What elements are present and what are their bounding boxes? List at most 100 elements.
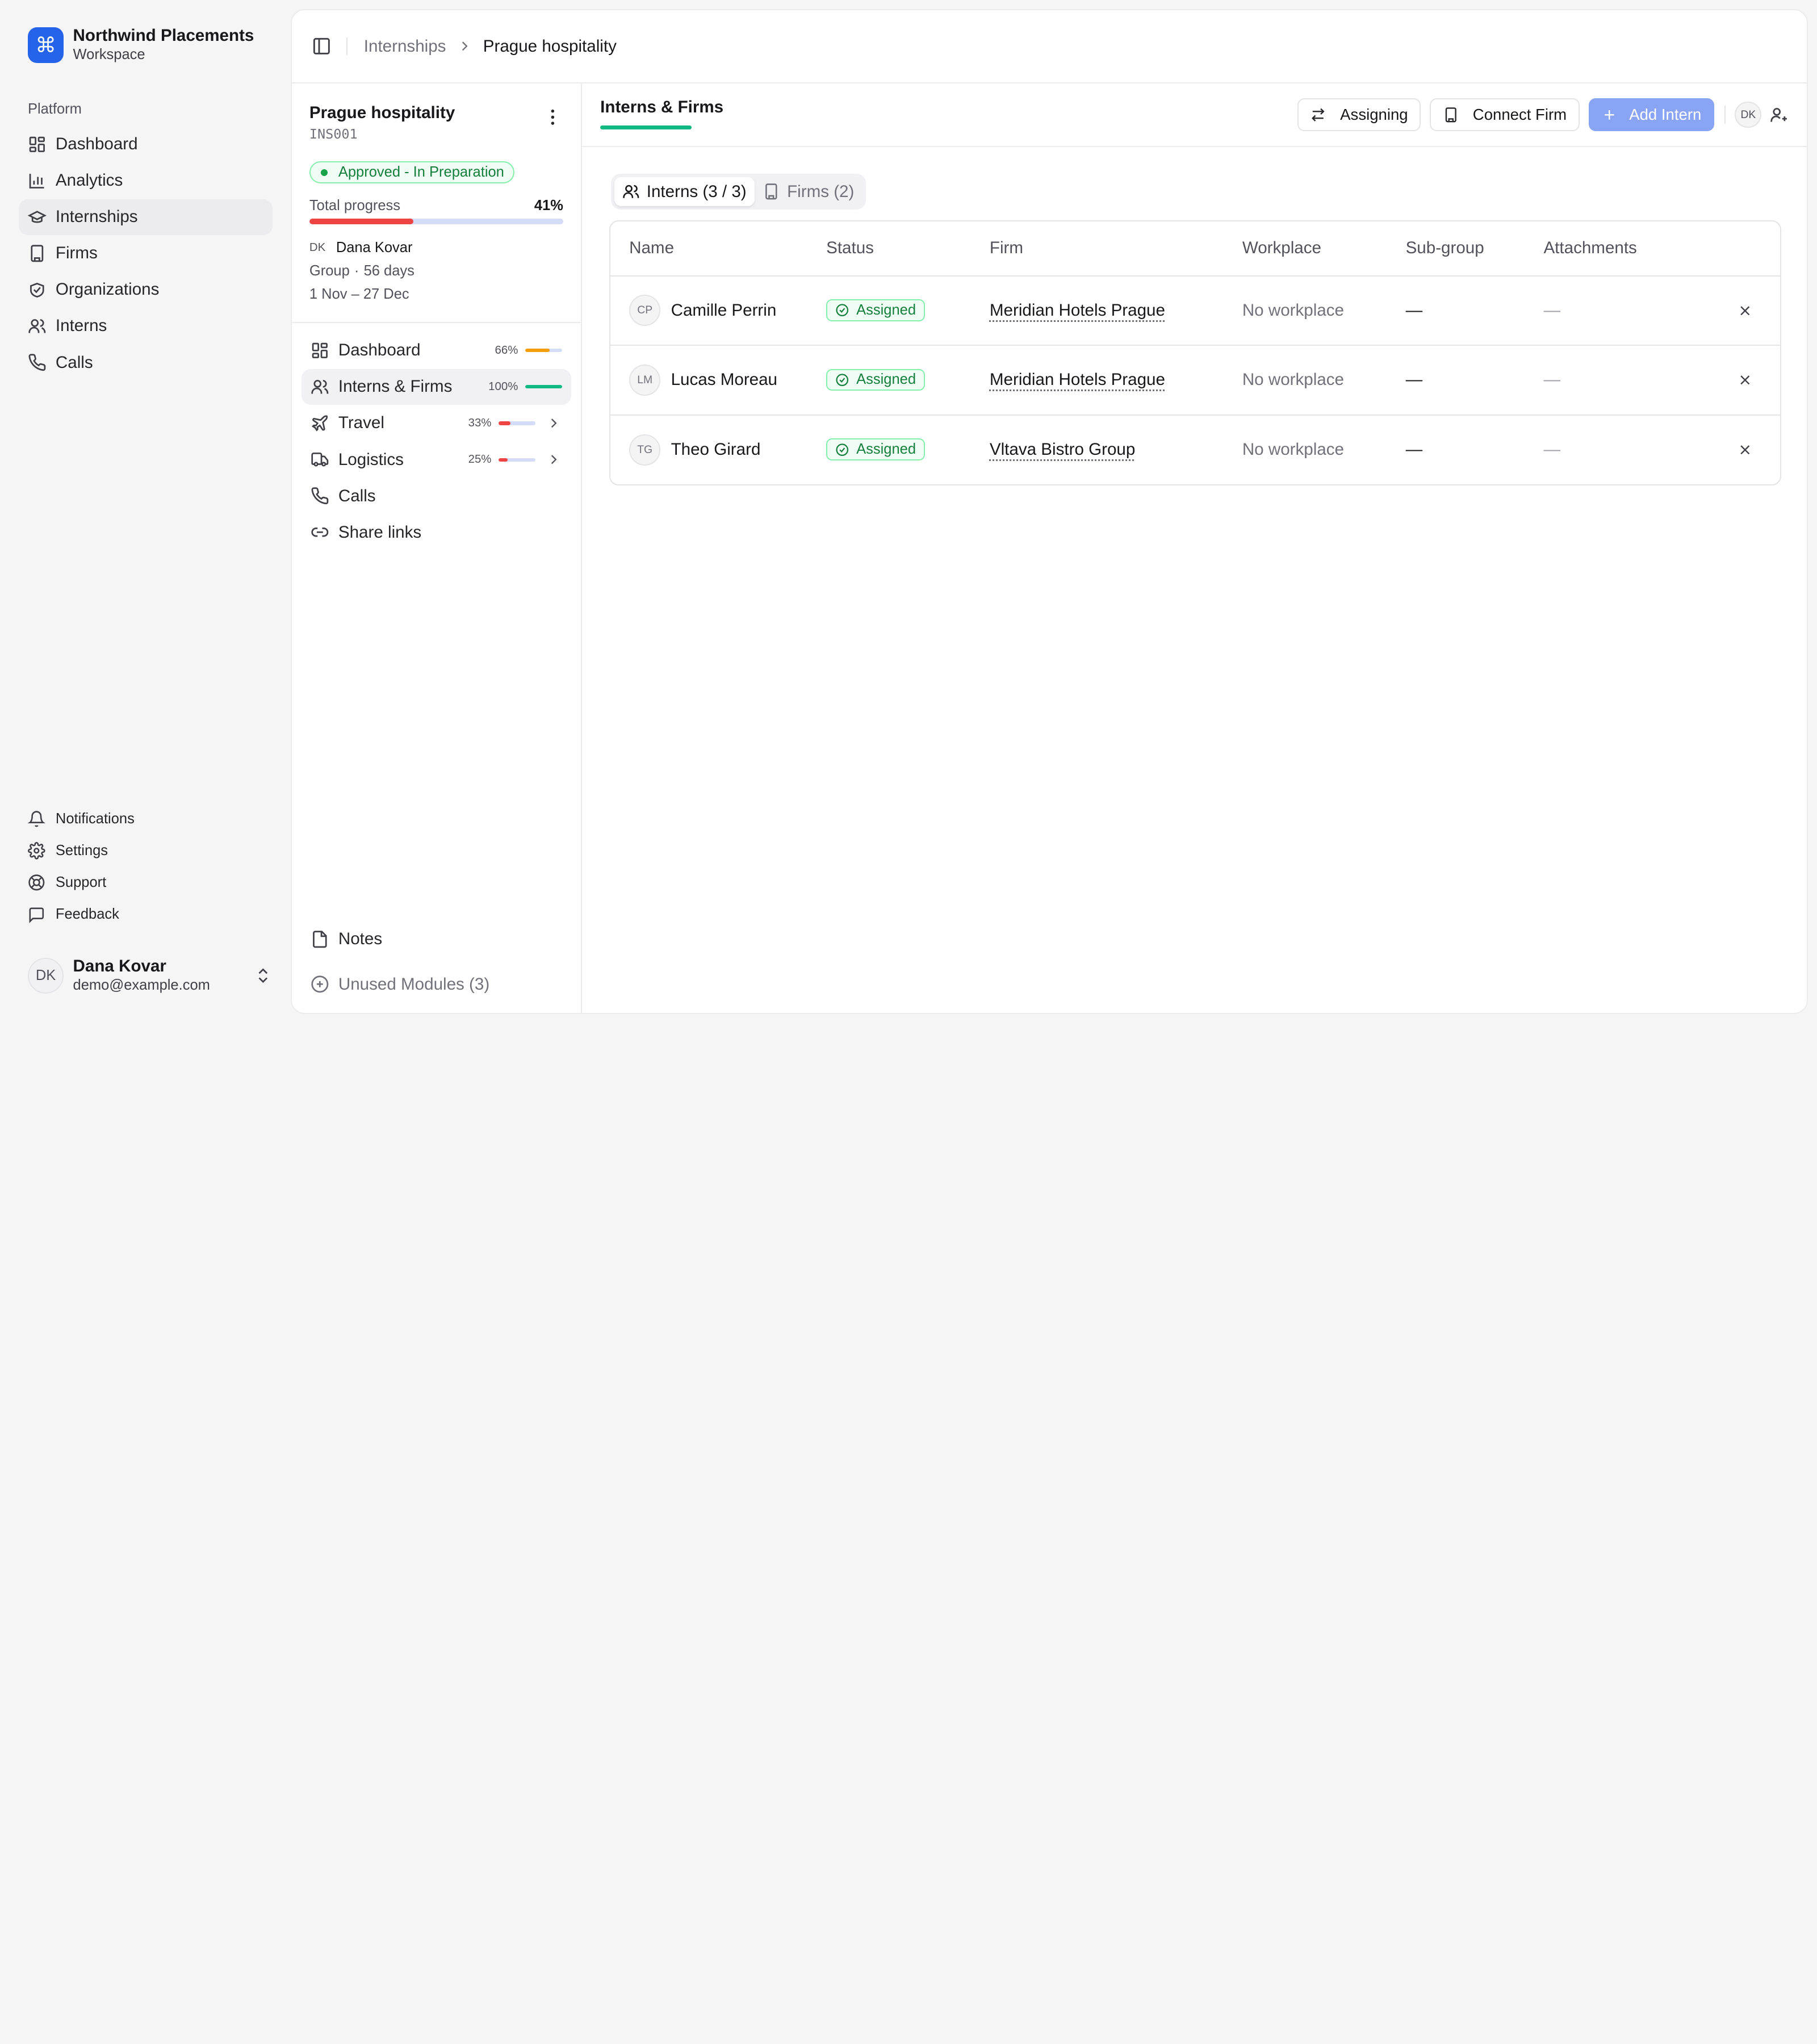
sidebar-item-label: Feedback	[55, 906, 119, 923]
sidebar-item-dashboard[interactable]: Dashboard	[19, 126, 273, 162]
firm-link[interactable]: Vltava Bistro Group	[990, 440, 1135, 459]
column-header-name[interactable]: Name	[610, 221, 827, 277]
progress-percent: 41%	[534, 197, 563, 213]
column-header-firm[interactable]: Firm	[989, 221, 1242, 277]
phone-icon	[311, 487, 329, 505]
sidebar-item-analytics[interactable]: Analytics	[19, 163, 273, 199]
sidebar-item-label: Interns	[55, 316, 107, 336]
message-square-icon	[29, 907, 44, 923]
internship-dates: 1 Nov – 27 Dec	[309, 286, 409, 302]
link-icon	[311, 527, 329, 537]
connect-firm-button[interactable]: Connect Firm	[1430, 98, 1580, 131]
app: ⌘ Northwind Placements Workspace Platfor…	[0, 0, 1817, 1022]
column-header-actions	[1710, 221, 1780, 277]
sidebar-item-notifications[interactable]: Notifications	[19, 803, 273, 835]
chevron-right-icon	[551, 455, 557, 464]
owner-name: Dana Kovar	[336, 239, 413, 256]
assigning-label: Assigning	[1340, 106, 1408, 123]
firm-link[interactable]: Meridian Hotels Prague	[990, 370, 1165, 389]
column-header-sub-group[interactable]: Sub-group	[1405, 221, 1544, 277]
status-badge: Assigned	[826, 438, 926, 461]
module-item-interns-firms[interactable]: Interns & Firms 100%	[301, 368, 572, 405]
users-icon	[623, 185, 639, 199]
tab-label: Interns (3 / 3)	[646, 182, 747, 201]
module-item-dashboard[interactable]: Dashboard 66%	[302, 333, 572, 368]
add-intern-button[interactable]: Add Intern	[1588, 98, 1714, 131]
module-progress-fill	[525, 385, 562, 389]
close-icon[interactable]	[1737, 303, 1753, 319]
module-item-notes[interactable]: Notes	[302, 922, 572, 957]
user-menu[interactable]: DK Dana Kovar demo@example.com	[27, 957, 273, 994]
module-item-calls[interactable]: Calls	[302, 478, 572, 514]
column-header-workplace[interactable]: Workplace	[1242, 221, 1406, 277]
tab-interns[interactable]: Interns (3 / 3)	[614, 177, 755, 207]
table-header-row: Name Status Firm Workplace Sub-group Att…	[610, 221, 1780, 277]
tab-label: Firms (2)	[787, 182, 855, 201]
user-plus-icon[interactable]	[1770, 106, 1789, 124]
close-icon[interactable]	[1737, 442, 1753, 458]
module-label: Share links	[338, 522, 422, 542]
sidebar-item-calls[interactable]: Calls	[19, 345, 273, 380]
sub-group-value: —	[1405, 440, 1423, 459]
attachments-value: —	[1543, 275, 1711, 346]
module-item-logistics[interactable]: Logistics 25%	[302, 442, 572, 478]
column-header-status[interactable]: Status	[826, 221, 990, 277]
owner-avatar: DK	[309, 241, 326, 254]
module-item-travel[interactable]: Travel 33%	[302, 405, 572, 441]
more-vertical-icon[interactable]	[542, 107, 563, 128]
sidebar-item-settings[interactable]: Settings	[19, 835, 273, 867]
intern-name[interactable]: Lucas Moreau	[671, 370, 777, 389]
table-row[interactable]: LM Lucas Moreau Assigned Meridian Hotels …	[610, 345, 1780, 416]
internship-duration: 56 days	[363, 262, 415, 279]
avatar: CP	[629, 295, 661, 326]
user-email: demo@example.com	[73, 977, 210, 993]
tab-firms[interactable]: Firms (2)	[755, 177, 863, 206]
workplace-value: No workplace	[1242, 275, 1406, 346]
avatar[interactable]: DK	[1735, 101, 1762, 128]
sidebar-toggle-icon[interactable]	[312, 36, 332, 56]
sidebar-item-support[interactable]: Support	[19, 867, 273, 899]
close-icon[interactable]	[1737, 372, 1753, 388]
status-dot	[321, 169, 328, 176]
breadcrumb: Internships Prague hospitality	[364, 37, 617, 56]
firm-link[interactable]: Meridian Hotels Prague	[990, 301, 1165, 320]
brand[interactable]: ⌘ Northwind Placements Workspace	[19, 0, 273, 90]
column-header-attachments[interactable]: Attachments	[1543, 221, 1711, 277]
arrows-swap-icon	[1312, 108, 1325, 122]
module-label: Calls	[338, 486, 376, 505]
table-row[interactable]: TG Theo Girard Assigned Vltava Bistro Gro…	[610, 415, 1780, 484]
internship-summary: Prague hospitality INS001 Approved - In …	[292, 83, 581, 324]
sidebar-item-organizations[interactable]: Organizations	[19, 272, 273, 308]
sidebar-item-feedback[interactable]: Feedback	[19, 899, 273, 931]
breadcrumb-parent-link[interactable]: Internships	[364, 37, 446, 56]
sidebar-item-interns[interactable]: Interns	[19, 308, 273, 344]
module-percent: 66%	[495, 344, 518, 357]
avatar: TG	[629, 434, 661, 466]
attachments-value: —	[1543, 440, 1561, 459]
module-label: Dashboard	[338, 341, 421, 360]
main-card: Internships Prague hospitality Prague ho…	[291, 9, 1808, 1014]
sidebar-item-firms[interactable]: Firms	[19, 236, 273, 271]
unused-modules-button[interactable]: Unused Modules (3)	[302, 966, 572, 1002]
intern-name[interactable]: Theo Girard	[671, 440, 761, 459]
bar-chart-icon	[29, 173, 44, 189]
module-percent: 33%	[468, 416, 492, 429]
table-row[interactable]: CP Camille Perrin Assigned Meridian Hotel…	[610, 275, 1780, 346]
module-progress-fill	[498, 458, 508, 462]
interns-table: Name Status Firm Workplace Sub-group Att…	[609, 220, 1781, 485]
sidebar-item-internships[interactable]: Internships	[18, 199, 273, 235]
file-icon	[312, 931, 327, 948]
internship-type: Group	[309, 262, 350, 279]
intern-name[interactable]: Camille Perrin	[671, 301, 777, 320]
module-progress-bar	[525, 385, 562, 389]
divider	[346, 37, 348, 55]
sidebar-item-label: Analytics	[55, 171, 123, 190]
module-progress-bar	[525, 349, 562, 353]
dashboard-icon	[29, 136, 45, 152]
status-badge: Approved - In Preparation	[309, 161, 515, 184]
module-label: Travel	[338, 413, 384, 433]
panel-title-text: Interns & Firms	[600, 97, 724, 116]
module-item-share-links[interactable]: Share links	[302, 514, 572, 550]
assigning-button[interactable]: Assigning	[1297, 98, 1421, 131]
brand-logo-icon: ⌘	[27, 27, 64, 64]
